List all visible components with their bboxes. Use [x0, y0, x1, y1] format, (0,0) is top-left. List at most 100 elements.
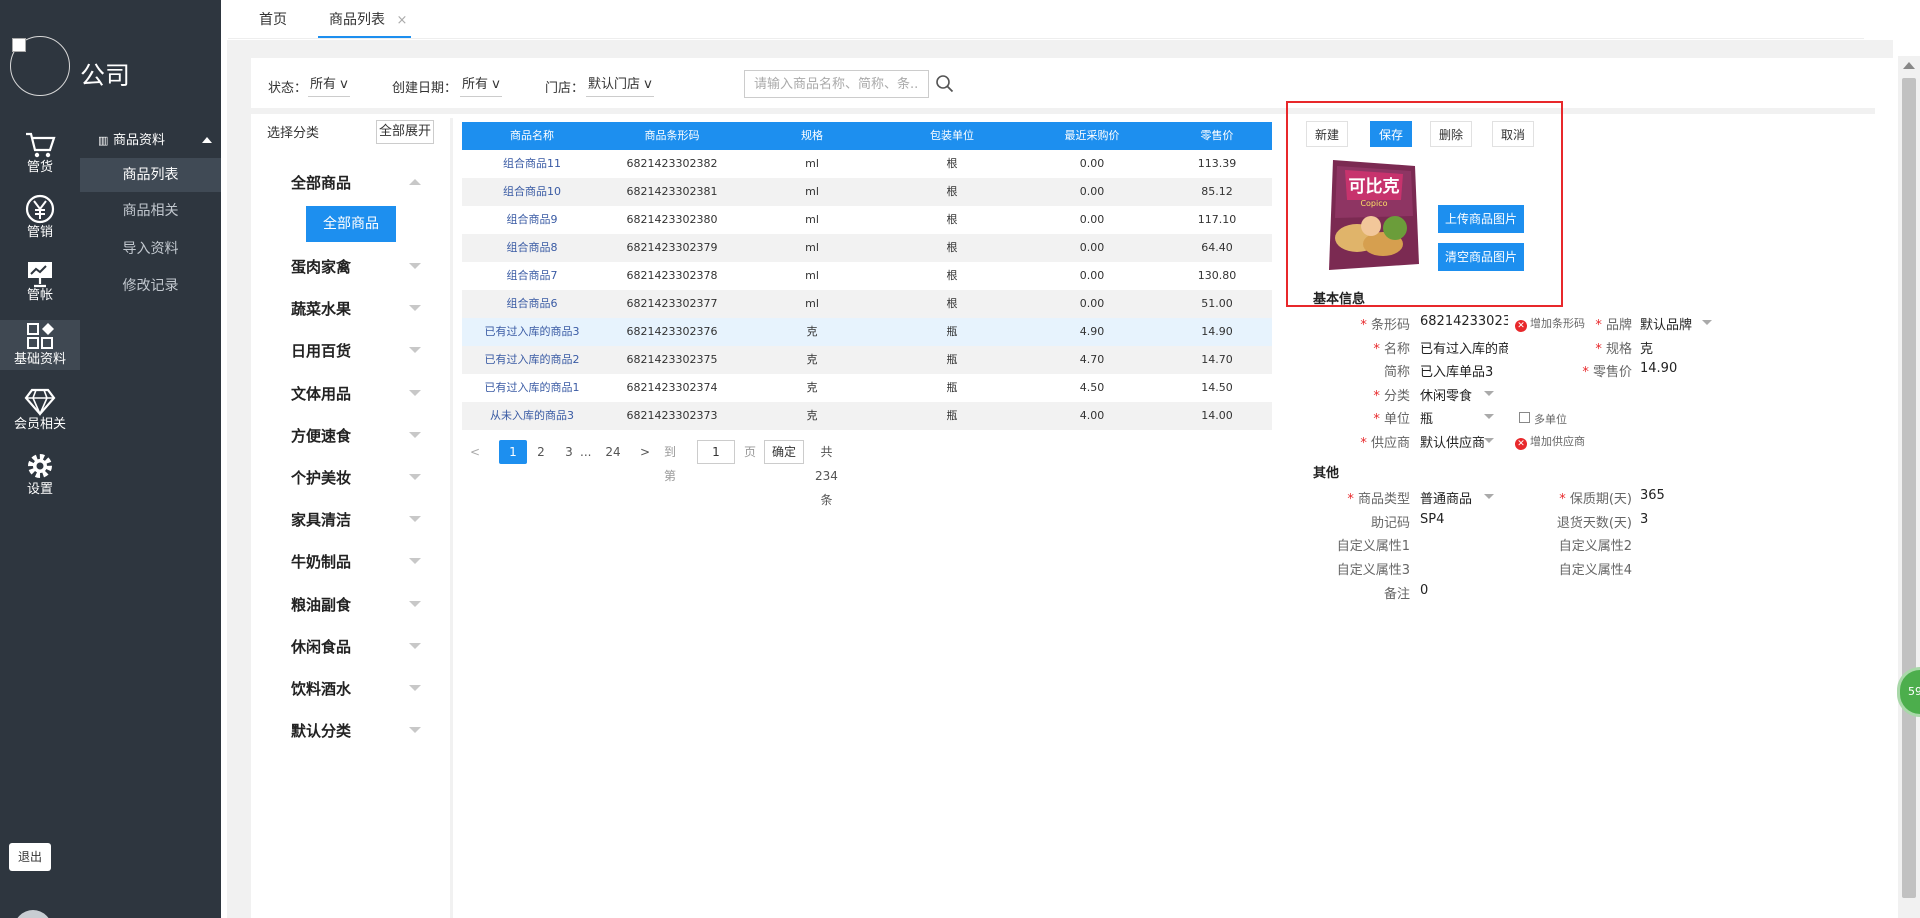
shelf-life-field[interactable]: 365: [1640, 488, 1700, 503]
chevron-down-icon[interactable]: [409, 727, 421, 733]
page-3-button[interactable]: 3: [562, 440, 576, 464]
table-row[interactable]: 组合商品8 6821423302379 ml 根 0.00 64.40: [462, 234, 1272, 262]
category-item[interactable]: 牛奶制品: [291, 551, 451, 573]
all-products-button[interactable]: 全部商品: [306, 206, 396, 242]
abbr-field[interactable]: 已入库单品3: [1420, 361, 1508, 380]
category-item[interactable]: 休闲食品: [291, 636, 451, 658]
table-row[interactable]: 从未入库的商品3 6821423302373 克 瓶 4.00 14.00: [462, 402, 1272, 430]
header-cell[interactable]: 规格: [742, 122, 882, 150]
type-select[interactable]: 普通商品: [1420, 488, 1484, 507]
submenu-item-product-related[interactable]: 商品相关: [80, 194, 221, 228]
supplier-select[interactable]: 默认供应商: [1420, 432, 1484, 451]
next-page-icon[interactable]: >: [640, 440, 650, 464]
table-row[interactable]: 组合商品6 6821423302377 ml 根 0.00 51.00: [462, 290, 1272, 318]
page-1-button[interactable]: 1: [499, 440, 527, 464]
chevron-down-icon[interactable]: [1484, 494, 1494, 499]
page-2-button[interactable]: 2: [534, 440, 548, 464]
price-field[interactable]: 14.90: [1640, 361, 1700, 376]
category-select[interactable]: 休闲零食: [1420, 385, 1480, 404]
nav-item-settings[interactable]: 设置: [0, 450, 80, 506]
unit-select[interactable]: 瓶: [1420, 408, 1480, 427]
chevron-down-icon[interactable]: [409, 347, 421, 353]
nav-item-goods[interactable]: 管货: [0, 130, 80, 186]
store-filter-select[interactable]: 默认门店 v: [586, 73, 654, 97]
delete-button[interactable]: 删除: [1430, 121, 1472, 147]
chevron-down-icon[interactable]: [409, 643, 421, 649]
close-icon[interactable]: ×: [396, 13, 407, 28]
scrollbar-thumb[interactable]: [1902, 78, 1916, 898]
save-button[interactable]: 保存: [1370, 121, 1412, 147]
header-cell[interactable]: 商品名称: [462, 122, 602, 150]
barcode-field[interactable]: 6821423302376: [1420, 314, 1508, 329]
category-item[interactable]: 日用百货: [291, 340, 451, 362]
date-filter-select[interactable]: 所有 v: [460, 73, 502, 97]
table-row[interactable]: 已有过入库的商品2 6821423302375 克 瓶 4.70 14.70: [462, 346, 1272, 374]
remark-field[interactable]: 0: [1420, 583, 1480, 598]
chevron-down-icon[interactable]: [1484, 438, 1494, 443]
submenu-group-header[interactable]: ▥ 商品资料: [80, 124, 221, 158]
logout-button[interactable]: 退出: [9, 843, 51, 871]
name-field[interactable]: 已有过入库的商品3: [1420, 338, 1508, 357]
chevron-down-icon[interactable]: [1702, 320, 1712, 325]
prev-page-icon[interactable]: <: [470, 440, 480, 464]
goto-confirm-button[interactable]: 确定: [764, 440, 804, 464]
table-row[interactable]: 组合商品10 6821423302381 ml 根 0.00 85.12: [462, 178, 1272, 206]
upload-image-button[interactable]: 上传商品图片: [1438, 205, 1524, 233]
tab-product-list[interactable]: 商品列表 ×: [318, 0, 411, 38]
table-row[interactable]: 组合商品7 6821423302378 ml 根 0.00 130.80: [462, 262, 1272, 290]
expand-all-button[interactable]: 全部展开: [376, 120, 434, 144]
category-item[interactable]: 家具清洁: [291, 509, 451, 531]
memo-code-field[interactable]: SP4: [1420, 512, 1480, 527]
multi-unit-checkbox[interactable]: [1519, 412, 1530, 423]
category-item[interactable]: 文体用品: [291, 383, 451, 405]
tab-home[interactable]: 首页: [259, 0, 287, 38]
search-input[interactable]: [744, 70, 929, 98]
header-cell[interactable]: 商品条形码: [602, 122, 742, 150]
chevron-down-icon[interactable]: [409, 432, 421, 438]
chevron-down-icon[interactable]: [1484, 414, 1494, 419]
category-item[interactable]: 粮油副食: [291, 594, 451, 616]
chevron-down-icon[interactable]: [409, 305, 421, 311]
nav-item-basic-data[interactable]: 基础资料: [0, 320, 80, 370]
category-item[interactable]: 个护美妆: [291, 467, 451, 489]
table-row[interactable]: 组合商品11 6821423302382 ml 根 0.00 113.39: [462, 150, 1272, 178]
scroll-up-icon[interactable]: [1903, 62, 1915, 69]
add-barcode-link[interactable]: ✕ 增加条形码: [1515, 315, 1585, 332]
user-avatar[interactable]: [14, 910, 52, 918]
status-filter-select[interactable]: 所有 v: [308, 73, 350, 97]
table-row[interactable]: 已有过入库的商品1 6821423302374 克 瓶 4.50 14.50: [462, 374, 1272, 402]
category-all[interactable]: 全部商品: [291, 172, 451, 194]
spec-field[interactable]: 克: [1640, 338, 1700, 357]
goto-page-input[interactable]: [697, 440, 735, 464]
add-supplier-link[interactable]: ✕ 增加供应商: [1515, 433, 1585, 450]
chevron-down-icon[interactable]: [409, 601, 421, 607]
table-row[interactable]: 组合商品9 6821423302380 ml 根 0.00 117.10: [462, 206, 1272, 234]
category-item[interactable]: 蔬菜水果: [291, 298, 451, 320]
category-item[interactable]: 方便速食: [291, 425, 451, 447]
cancel-button[interactable]: 取消: [1492, 121, 1534, 147]
category-item[interactable]: 饮料酒水: [291, 678, 451, 700]
chevron-down-icon[interactable]: [409, 474, 421, 480]
chevron-down-icon[interactable]: [409, 263, 421, 269]
clear-image-button[interactable]: 清空商品图片: [1438, 243, 1524, 271]
brand-select[interactable]: 默认品牌: [1640, 314, 1700, 333]
submenu-item-import[interactable]: 导入资料: [80, 232, 221, 266]
header-cell[interactable]: 最近采购价: [1022, 122, 1162, 150]
nav-item-members[interactable]: 会员相关: [0, 385, 80, 441]
return-days-field[interactable]: 3: [1640, 512, 1700, 527]
nav-item-sales[interactable]: 管销: [0, 193, 80, 249]
chevron-down-icon[interactable]: [409, 390, 421, 396]
nav-item-accounts[interactable]: 管帐: [0, 258, 80, 314]
chevron-down-icon[interactable]: [409, 516, 421, 522]
header-cell[interactable]: 零售价: [1162, 122, 1272, 150]
submenu-item-change-log[interactable]: 修改记录: [80, 269, 221, 303]
category-item[interactable]: 蛋肉家禽: [291, 256, 451, 278]
search-icon[interactable]: [935, 74, 955, 94]
new-button[interactable]: 新建: [1306, 121, 1348, 147]
chevron-down-icon[interactable]: [1484, 391, 1494, 396]
header-cell[interactable]: 包装单位: [882, 122, 1022, 150]
chevron-down-icon[interactable]: [409, 558, 421, 564]
submenu-item-product-list[interactable]: 商品列表: [80, 158, 221, 192]
table-row[interactable]: 已有过入库的商品3 6821423302376 克 瓶 4.90 14.90: [462, 318, 1272, 346]
category-item[interactable]: 默认分类: [291, 720, 451, 742]
